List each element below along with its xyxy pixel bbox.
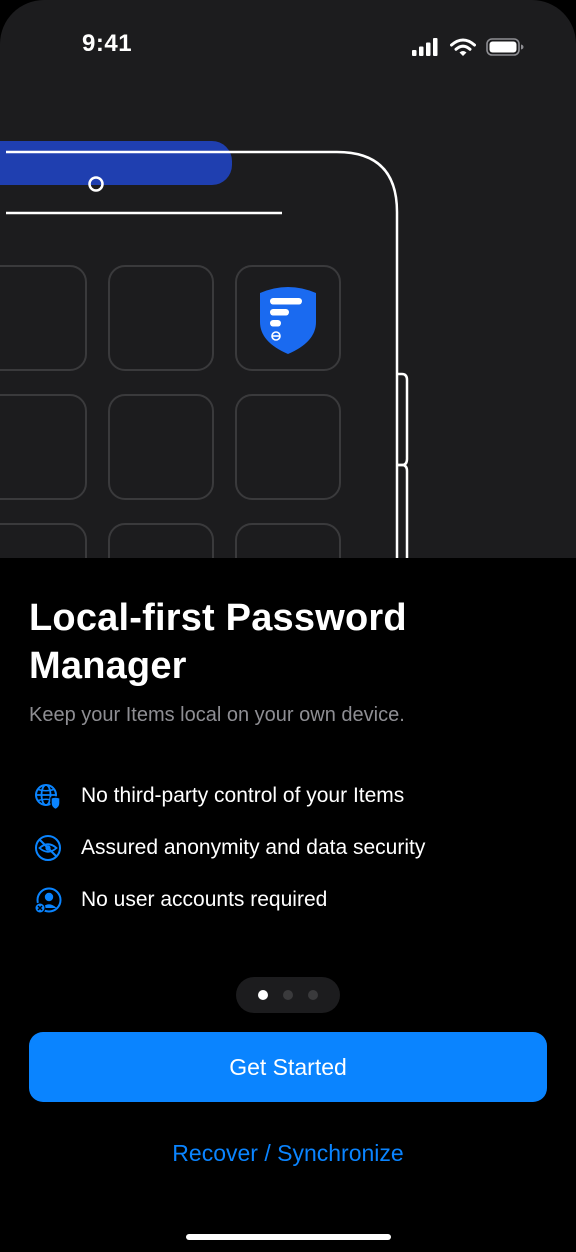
onboarding-screen: 9:41 Local-first Password Manager Keep y… [0,0,576,1252]
page-dot-2[interactable] [283,990,293,1000]
status-icons [412,36,524,58]
eye-slash-icon [33,833,63,863]
get-started-button[interactable]: Get Started [29,1032,547,1102]
onboarding-content: Local-first Password Manager Keep your I… [0,558,576,1252]
feature-label: No user accounts required [81,888,328,911]
globe-shield-icon [33,781,63,811]
page-subtitle: Keep your Items local on your own device… [29,704,405,726]
list-item: Assured anonymity and data security [33,822,553,874]
feature-label: No third-party control of your Items [81,784,405,807]
hero-illustration-area: 9:41 [0,0,576,558]
list-item: No third-party control of your Items [33,770,553,822]
recover-synchronize-button[interactable]: Recover / Synchronize [88,1133,488,1173]
home-indicator[interactable] [186,1234,391,1240]
person-xmark-icon [33,885,63,915]
feature-list: No third-party control of your Items Ass… [33,770,553,926]
app-shield-logo-icon [260,287,316,354]
status-time: 9:41 [82,30,133,57]
cellular-signal-icon [412,38,438,56]
feature-label: Assured anonymity and data security [81,836,426,859]
battery-icon [486,38,524,56]
page-dot-3[interactable] [308,990,318,1000]
wifi-icon [450,38,476,56]
status-bar: 9:41 [0,0,576,92]
page-indicator[interactable] [236,977,340,1013]
page-title: Local-first Password Manager [29,597,407,687]
list-item: No user accounts required [33,874,553,926]
page-dot-1[interactable] [258,990,268,1000]
